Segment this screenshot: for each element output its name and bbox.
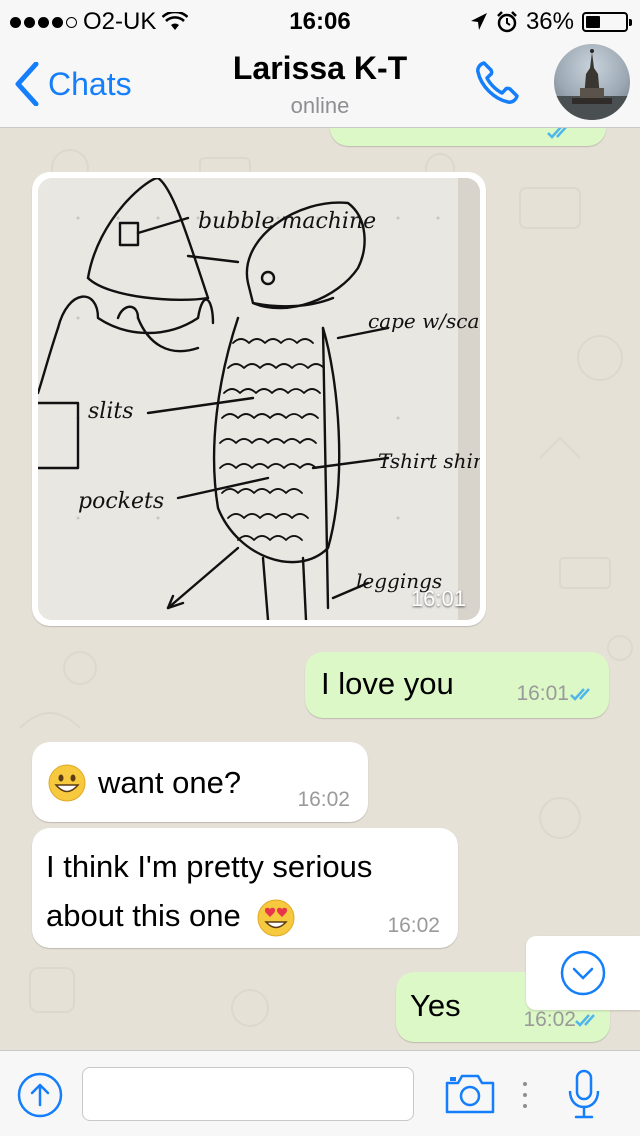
alarm-icon: [497, 11, 517, 33]
read-ticks-icon: [575, 1014, 595, 1027]
sketch-label-pockets: pockets: [78, 489, 164, 514]
avatar[interactable]: [554, 44, 630, 120]
message-input-bar: [0, 1050, 640, 1136]
chat-header: Chats Larissa K-T online: [0, 40, 640, 128]
message-bubble-partial[interactable]: [330, 128, 606, 146]
sketch-label-cape: cape w/scaled shimmer: [368, 309, 480, 333]
chat-thread[interactable]: bubble machine cape w/scaled shimmer sli…: [0, 128, 640, 1050]
location-arrow-icon: [470, 13, 487, 30]
sketch-label-tshirt: Tshirt shimmer: [378, 449, 480, 473]
message-content: I think I'm pretty serious about this on…: [46, 842, 446, 940]
battery-icon: [582, 12, 632, 32]
divider-dots: [523, 1082, 527, 1108]
message-time: 16:02: [387, 914, 440, 937]
read-ticks-icon: [570, 688, 590, 701]
message-text: I think I'm pretty serious about this on…: [46, 849, 373, 933]
message-time: 16:01: [516, 682, 569, 705]
status-bar: O2-UK 16:06 36%: [0, 0, 640, 40]
message-time: 16:02: [523, 1008, 576, 1031]
grinning-face-emoji: [48, 764, 86, 802]
message-time: 16:01: [410, 586, 466, 611]
sketch-label-bubble: bubble machine: [198, 209, 376, 234]
upload-icon[interactable]: [16, 1071, 64, 1119]
message-text: I love you: [321, 666, 454, 701]
status-right: 36%: [470, 8, 632, 36]
sketch-label-slits: slits: [88, 399, 134, 424]
camera-icon[interactable]: [444, 1073, 496, 1115]
message-text: Yes: [410, 988, 461, 1023]
message-content: want one?: [48, 764, 241, 802]
scroll-to-bottom-button[interactable]: [526, 936, 640, 1010]
message-bubble[interactable]: I love you 16:01: [305, 652, 609, 718]
message-bubble[interactable]: want one? 16:02: [32, 742, 368, 822]
battery-percent: 36%: [525, 8, 574, 35]
contact-status: online: [290, 93, 350, 118]
contact-name: Larissa K-T: [232, 50, 408, 86]
phone-icon[interactable]: [472, 58, 522, 108]
chevron-down-circle-icon: [560, 950, 606, 996]
read-ticks-icon: [547, 128, 567, 139]
message-text: want one?: [98, 765, 242, 800]
sketch-drawing: bubble machine cape w/scaled shimmer sli…: [38, 178, 480, 620]
message-input[interactable]: [82, 1067, 414, 1121]
microphone-icon[interactable]: [566, 1069, 602, 1121]
avatar-photo: [554, 49, 630, 120]
message-bubble[interactable]: I think I'm pretty serious about this on…: [32, 828, 458, 948]
image-message[interactable]: bubble machine cape w/scaled shimmer sli…: [32, 172, 486, 626]
sketch-photo[interactable]: bubble machine cape w/scaled shimmer sli…: [38, 178, 480, 620]
heart-eyes-emoji: [257, 899, 295, 937]
contact-info[interactable]: Larissa K-T online: [0, 50, 640, 119]
message-time: 16:02: [297, 788, 350, 811]
